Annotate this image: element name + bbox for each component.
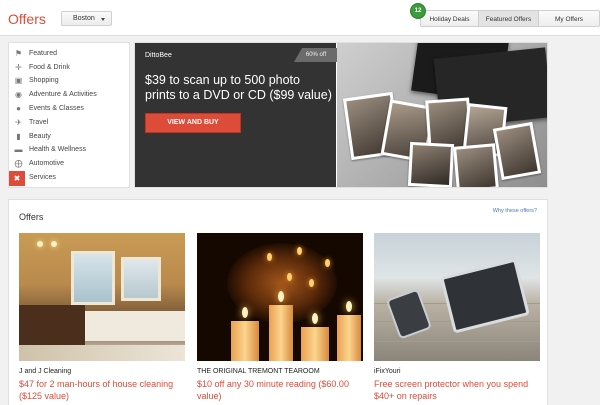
city-label: Boston (73, 15, 95, 22)
offer-merchant: THE ORIGINAL TREMONT TEAROOM (197, 368, 320, 375)
merchant-name: DittoBee (145, 52, 172, 59)
sidebar-item-adventure[interactable]: ◉ Adventure & Activities (9, 89, 129, 102)
offer-description: $10 off any 30 minute reading ($60.00 va… (197, 379, 349, 401)
featured-offer-banner[interactable]: DittoBee 60% off $39 to scan up to 500 p… (134, 42, 548, 188)
view-and-buy-button[interactable]: VIEW AND BUY (145, 113, 241, 133)
city-dropdown[interactable]: Boston (61, 11, 112, 26)
tab-featured-offers[interactable]: Featured Offers (479, 10, 539, 27)
bicycle-icon: ◉ (15, 90, 22, 99)
section-title: Offers (19, 212, 44, 222)
sidebar-item-label: Adventure & Activities (29, 91, 97, 98)
offer-card[interactable]: THE ORIGINAL TREMONT TEAROOM $10 off any… (197, 233, 363, 402)
sidebar-item-label: Events & Classes (29, 105, 84, 112)
sidebar-item-food-drink[interactable]: ✛ Food & Drink (9, 62, 129, 75)
tab-holiday-deals[interactable]: Holiday Deals (420, 10, 479, 27)
steering-wheel-icon: ⨁ (14, 159, 23, 168)
offer-tabs: Holiday Deals Featured Offers My Offers (420, 10, 600, 27)
sidebar-item-label: Travel (29, 119, 49, 126)
lipstick-icon: ▮ (16, 132, 21, 141)
tools-icon: ✖ (9, 171, 25, 186)
plane-icon: ✈ (15, 118, 22, 127)
sidebar-item-travel[interactable]: ✈ Travel (9, 117, 129, 130)
featured-offer-panel: DittoBee 60% off $39 to scan up to 500 p… (135, 43, 338, 187)
sidebar-item-shopping[interactable]: ▣ Shopping (9, 75, 129, 88)
offer-headline: $39 to scan up to 500 photo prints to a … (145, 73, 332, 102)
top-bar: Offers Boston Holiday Deals Featured Off… (0, 0, 600, 36)
offer-merchant: iFixYouri (374, 368, 401, 375)
offer-card[interactable]: iFixYouri Free screen protector when you… (374, 233, 540, 402)
sidebar-item-beauty[interactable]: ▮ Beauty (9, 131, 129, 144)
offer-image (337, 43, 547, 187)
notification-badge: 12 (410, 3, 426, 19)
sidebar-item-label: Beauty (29, 133, 51, 140)
chevron-down-icon (101, 18, 105, 21)
sidebar-item-health[interactable]: ▬ Health & Wellness (9, 144, 129, 157)
sidebar-item-automotive[interactable]: ⨁ Automotive (9, 158, 129, 171)
offer-card-image (197, 233, 363, 361)
page-title: Offers (8, 11, 46, 27)
dumbbell-icon: ▬ (14, 145, 23, 154)
offer-description: Free screen protector when you spend $40… (374, 379, 529, 401)
people-icon: ● (16, 104, 21, 113)
sidebar-item-label: Automotive (29, 160, 65, 167)
offer-card-image (374, 233, 540, 361)
sidebar-item-label: Health & Wellness (29, 146, 87, 153)
discount-ribbon: 60% off (294, 48, 338, 62)
offers-section: Offers Why these offers? J and J Cleanin… (8, 199, 548, 405)
sidebar-item-label: Services (29, 174, 56, 181)
offer-card-image (19, 233, 185, 361)
sidebar-item-label: Food & Drink (29, 64, 70, 71)
sidebar-item-label: Shopping (29, 77, 59, 84)
category-sidebar: ⚑ Featured ✛ Food & Drink ▣ Shopping ◉ A… (8, 42, 130, 188)
why-these-offers-link[interactable]: Why these offers? (493, 208, 537, 214)
fork-knife-icon: ✛ (15, 63, 22, 72)
offer-card[interactable]: J and J Cleaning $47 for 2 man-hours of … (19, 233, 185, 402)
sidebar-item-events[interactable]: ● Events & Classes (9, 103, 129, 116)
tag-icon: ⚑ (14, 49, 23, 58)
sidebar-item-featured[interactable]: ⚑ Featured (9, 48, 129, 61)
sidebar-item-label: Featured (29, 50, 58, 57)
sidebar-item-services[interactable]: ✖ Services (9, 171, 129, 186)
offer-description: $47 for 2 man-hours of house cleaning ($… (19, 379, 174, 401)
offer-merchant: J and J Cleaning (19, 368, 72, 375)
cart-icon: ▣ (14, 76, 23, 85)
tab-my-offers[interactable]: My Offers (539, 10, 600, 27)
